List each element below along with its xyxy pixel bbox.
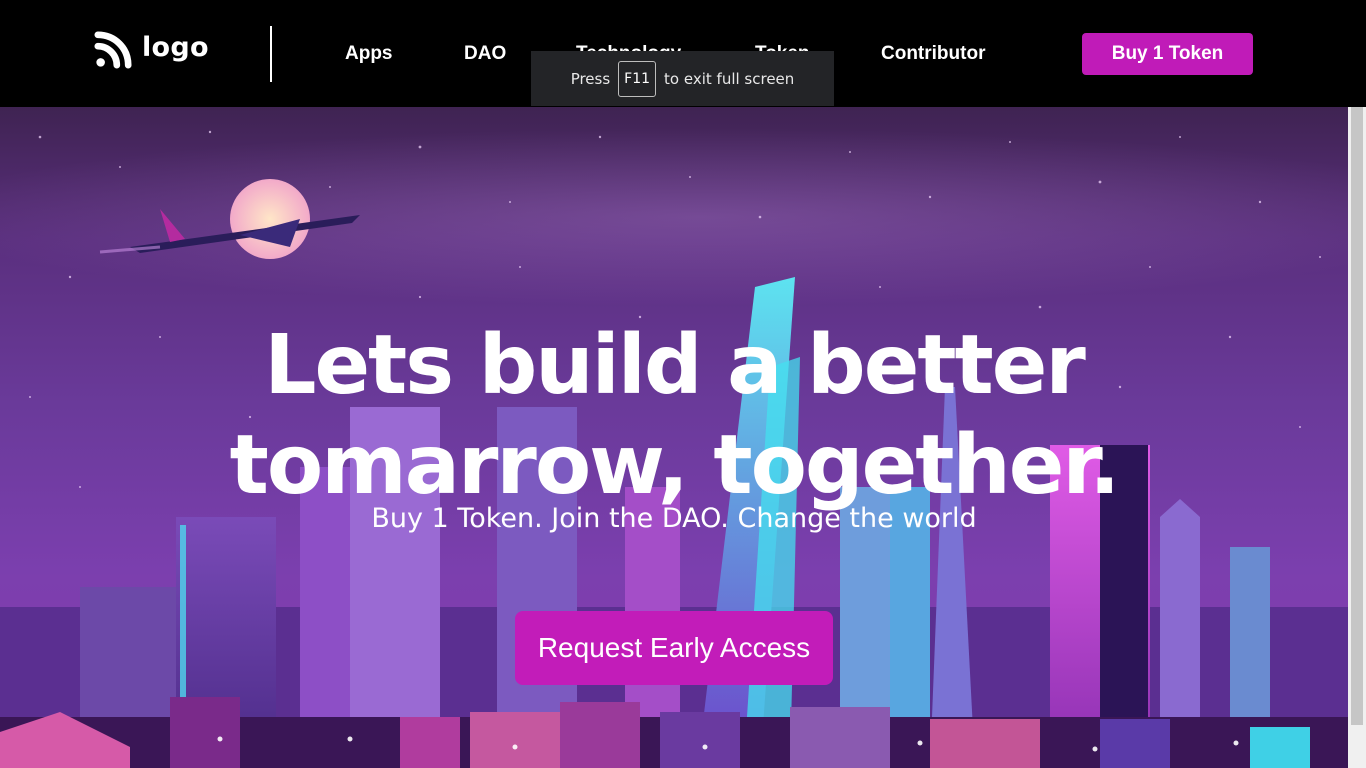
scrollbar-thumb[interactable] xyxy=(1351,107,1363,725)
hero-subheadline: Buy 1 Token. Join the DAO. Change the wo… xyxy=(371,503,977,534)
fullscreen-toast: Press F11 to exit full screen xyxy=(531,51,834,106)
buy-token-button[interactable]: Buy 1 Token xyxy=(1082,33,1253,75)
nav-apps[interactable]: Apps xyxy=(345,42,393,66)
toast-suffix: to exit full screen xyxy=(664,69,795,88)
nav-dao[interactable]: DAO xyxy=(464,42,506,66)
airplane xyxy=(99,209,360,254)
moon xyxy=(230,179,310,259)
f11-key: F11 xyxy=(618,60,657,97)
request-early-access-button[interactable]: Request Early Access xyxy=(515,611,833,685)
vertical-scrollbar[interactable] xyxy=(1348,107,1366,768)
nav-contributor[interactable]: Contributor xyxy=(881,42,985,66)
headline-line-2: tomarrow, together. xyxy=(229,418,1121,513)
headline-line-1: Lets build a better xyxy=(264,318,1086,413)
toast-prefix: Press xyxy=(570,69,611,88)
hero-headline: Lets build a better tomarrow, together. xyxy=(0,316,1348,516)
hero-section: Lets build a better tomarrow, together. … xyxy=(0,107,1348,768)
